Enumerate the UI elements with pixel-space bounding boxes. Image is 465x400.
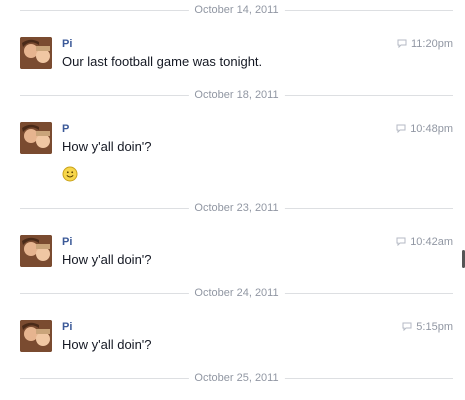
date-label: October 25, 2011 [188, 371, 285, 385]
message-time: 11:20pm [397, 37, 453, 51]
date-label: October 18, 2011 [188, 88, 285, 102]
sender-name[interactable]: Pi [62, 235, 72, 249]
date-label: October 23, 2011 [188, 201, 285, 215]
time-label: 5:15pm [416, 321, 453, 333]
sender-name[interactable]: P [62, 122, 69, 136]
chat-bubble-icon [397, 39, 407, 48]
message-text: How y'all doin'? [62, 252, 152, 267]
time-label: 10:42am [410, 236, 453, 248]
avatar[interactable] [20, 122, 52, 154]
time-label: 11:20pm [411, 38, 453, 50]
message-time: 5:15pm [402, 320, 453, 334]
message-thread: October 14, 2011 Pi 11:20pm Our last foo… [0, 0, 465, 400]
date-divider: October 25, 2011 [20, 371, 453, 385]
chat-bubble-icon [396, 237, 406, 246]
avatar[interactable] [20, 320, 52, 352]
message-time: 10:48pm [396, 122, 453, 136]
sender-name[interactable]: Pi [62, 37, 72, 51]
message-text: Our last football game was tonight. [62, 54, 263, 69]
sender-name[interactable]: Pi [62, 320, 72, 334]
avatar[interactable] [20, 37, 52, 69]
message-time: 10:42am [396, 235, 453, 249]
date-divider: October 14, 2011 [20, 3, 453, 17]
time-label: 10:48pm [410, 123, 453, 135]
message-text: How y'all doin'? [62, 337, 152, 352]
date-divider: October 18, 2011 [20, 88, 453, 102]
date-label: October 14, 2011 [188, 3, 285, 17]
smiley-icon [62, 166, 78, 182]
date-divider: October 23, 2011 [20, 201, 453, 215]
message-text: How y'all doin'? [62, 139, 152, 154]
chat-bubble-icon [402, 322, 412, 331]
date-divider: October 24, 2011 [20, 286, 453, 300]
date-label: October 24, 2011 [188, 286, 285, 300]
avatar[interactable] [20, 235, 52, 267]
chat-bubble-icon [396, 124, 406, 133]
